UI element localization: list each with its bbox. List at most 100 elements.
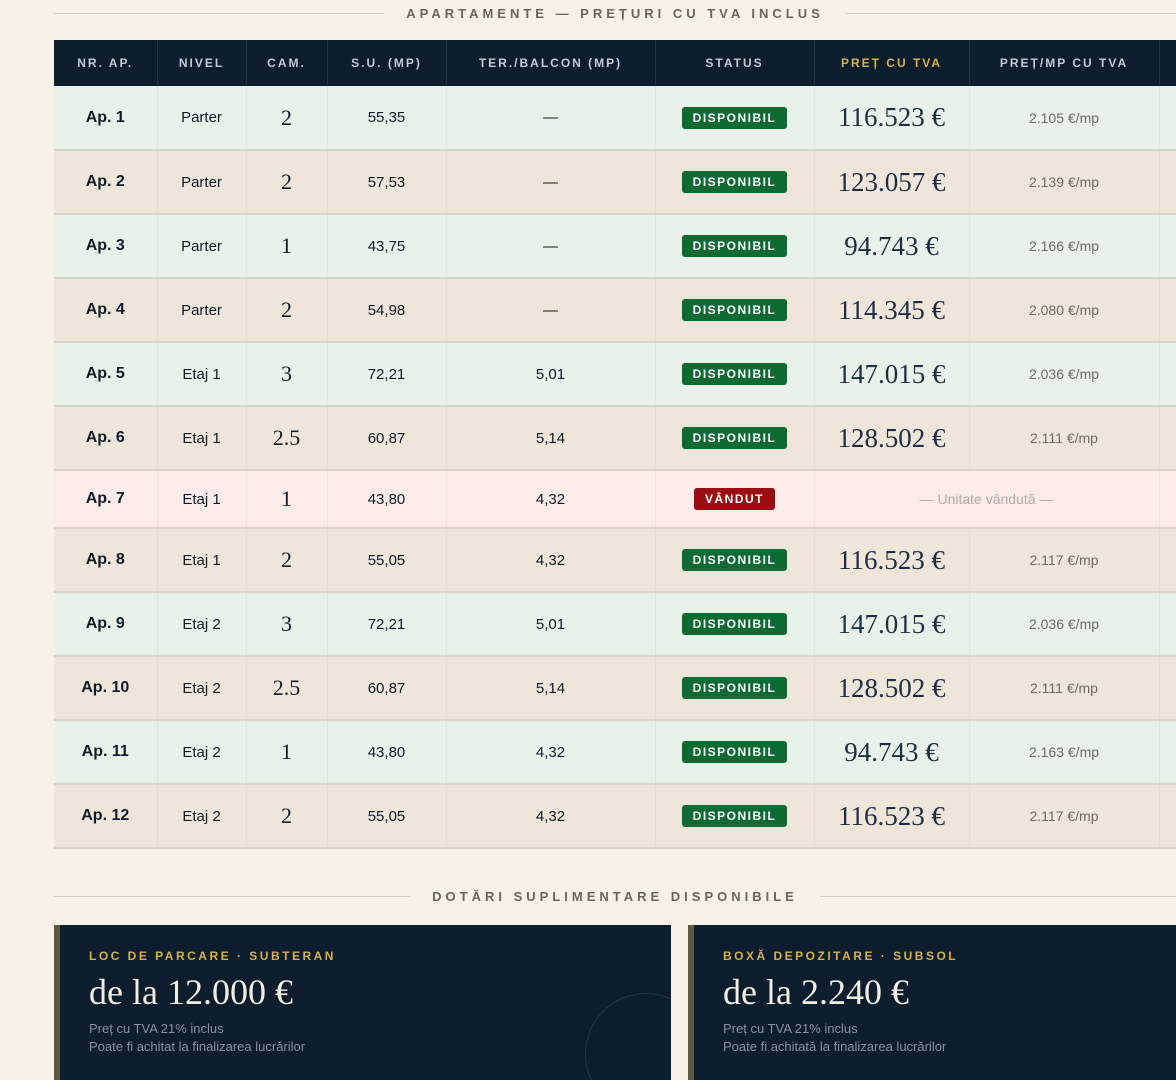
apt-price-per-sqm: 2.117 €/mp: [969, 528, 1160, 593]
status-badge: DISPONIBIL: [681, 549, 788, 571]
table-header-row: NR. AP. NIVEL CAM. S.U. (MP) TER./BALCON…: [54, 40, 1176, 86]
apt-status-cell: DISPONIBIL: [655, 214, 815, 279]
apt-number: Ap. 5: [54, 342, 158, 407]
status-badge: DISPONIBIL: [681, 741, 788, 763]
apt-status-cell: DISPONIBIL: [655, 528, 815, 593]
apt-area: 43,80: [327, 470, 447, 529]
apt-level: Parter: [157, 214, 247, 279]
col-header-area[interactable]: S.U. (MP): [327, 40, 447, 86]
row-spacer: [1159, 214, 1176, 279]
col-header-status[interactable]: STATUS: [655, 40, 815, 86]
extras-section-title: DOTĂRI SUPLIMENTARE DISPONIBILE: [54, 887, 1176, 905]
apt-area: 43,80: [327, 720, 447, 785]
apt-number: Ap. 2: [54, 150, 158, 215]
col-header-price-per-sqm[interactable]: PREȚ/MP CU TVA: [969, 40, 1160, 86]
apt-price: 128.502 €: [814, 406, 970, 471]
apt-terrace: —: [446, 278, 656, 343]
apt-price: 123.057 €: [814, 150, 970, 215]
apt-number: Ap. 9: [54, 592, 158, 657]
apartments-title-text: APARTAMENTE — PREȚURI CU TVA INCLUS: [406, 5, 824, 21]
row-spacer: [1159, 656, 1176, 721]
table-row[interactable]: Ap. 6 Etaj 1 2.5 60,87 5,14 DISPONIBIL 128.502…: [54, 406, 1176, 471]
apt-price-per-sqm: 2.163 €/mp: [969, 720, 1160, 785]
table-row[interactable]: Ap. 2 Parter 2 57,53— DISPONIBIL 123.057 €2.1…: [54, 150, 1176, 215]
apt-area: 55,35: [327, 86, 447, 151]
parking-payment-note: Poate fi achitat la finalizarea lucrăril…: [89, 1039, 306, 1054]
apt-area: 72,21: [327, 342, 447, 407]
table-row[interactable]: Ap. 7 Etaj 1 1 43,80 4,32 VÂNDUT — Unitate vân…: [54, 470, 1176, 529]
table-row[interactable]: Ap. 11 Etaj 2 1 43,80 4,32 DISPONIBIL 94.743 €…: [54, 720, 1176, 785]
col-header-apt[interactable]: NR. AP.: [54, 40, 158, 86]
table-row[interactable]: Ap. 9 Etaj 2 3 72,21 5,01 DISPONIBIL 147.015 €…: [54, 592, 1176, 657]
apt-price-per-sqm: 2.139 €/mp: [969, 150, 1160, 215]
apt-area: 43,75: [327, 214, 447, 279]
status-badge: DISPONIBIL: [681, 613, 788, 635]
row-spacer: [1159, 592, 1176, 657]
decorative-circle: [585, 993, 671, 1080]
apartments-price-table: NR. AP. NIVEL CAM. S.U. (MP) TER./BALCON…: [54, 40, 1176, 849]
col-header-terrace[interactable]: TER./BALCON (MP): [446, 40, 656, 86]
apt-number: Ap. 3: [54, 214, 158, 279]
apt-number: Ap. 8: [54, 528, 158, 593]
title-divider-left: [54, 12, 385, 14]
apt-terrace: —: [446, 86, 656, 151]
apt-price-per-sqm: 2.117 €/mp: [969, 784, 1160, 849]
apt-terrace: 4,32: [446, 720, 656, 785]
apt-price: 116.523 €: [814, 86, 970, 151]
apt-status-cell: DISPONIBIL: [655, 592, 815, 657]
apt-terrace: 5,01: [446, 342, 656, 407]
apt-terrace: 5,14: [446, 656, 656, 721]
table-row[interactable]: Ap. 3 Parter 1 43,75— DISPONIBIL 94.743 €2.16…: [54, 214, 1176, 279]
apt-level: Etaj 2: [157, 784, 247, 849]
col-header-rooms[interactable]: CAM.: [246, 40, 328, 86]
parking-price: de la 12.000 €: [89, 972, 293, 1012]
apt-rooms: 2: [246, 86, 328, 151]
sold-note: — Unitate vândută —: [814, 470, 1160, 529]
apt-terrace: —: [446, 150, 656, 215]
apt-status-cell: VÂNDUT: [655, 470, 815, 529]
apt-terrace: —: [446, 214, 656, 279]
col-header-level[interactable]: NIVEL: [157, 40, 247, 86]
apt-rooms: 2: [246, 528, 328, 593]
apt-price: 128.502 €: [814, 656, 970, 721]
parking-card[interactable]: LOC DE PARCARE · SUBTERAN de la 12.000 €…: [54, 925, 671, 1080]
title-divider-right: [819, 895, 1176, 897]
apt-level: Etaj 1: [157, 528, 247, 593]
table-row[interactable]: Ap. 8 Etaj 1 2 55,05 4,32 DISPONIBIL 116.523 €…: [54, 528, 1176, 593]
table-row[interactable]: Ap. 4 Parter 2 54,98— DISPONIBIL 114.345 €2.0…: [54, 278, 1176, 343]
apt-rooms: 1: [246, 720, 328, 785]
apt-level: Parter: [157, 86, 247, 151]
apt-level: Etaj 1: [157, 406, 247, 471]
title-divider-right: [845, 12, 1176, 14]
apt-rooms: 2: [246, 278, 328, 343]
apt-level: Etaj 2: [157, 656, 247, 721]
status-badge: DISPONIBIL: [681, 363, 788, 385]
row-spacer: [1159, 342, 1176, 407]
apt-price-per-sqm: 2.036 €/mp: [969, 342, 1160, 407]
table-row[interactable]: Ap. 10 Etaj 2 2.5 60,87 5,14 DISPONIBIL 128.50…: [54, 656, 1176, 721]
storage-label: BOXĂ DEPOZITARE · SUBSOL: [723, 949, 959, 963]
row-spacer: [1159, 784, 1176, 849]
apt-terrace: 4,32: [446, 784, 656, 849]
extras-title-text: DOTĂRI SUPLIMENTARE DISPONIBILE: [432, 888, 798, 904]
storage-card[interactable]: BOXĂ DEPOZITARE · SUBSOL de la 2.240 € P…: [688, 925, 1176, 1080]
apt-rooms: 2: [246, 150, 328, 215]
row-spacer: [1159, 470, 1176, 529]
row-spacer: [1159, 278, 1176, 343]
apt-number: Ap. 11: [54, 720, 158, 785]
apt-status-cell: DISPONIBIL: [655, 278, 815, 343]
apt-level: Etaj 1: [157, 342, 247, 407]
status-badge: DISPONIBIL: [681, 171, 788, 193]
col-header-price[interactable]: PREȚ CU TVA: [814, 40, 970, 86]
apt-status-cell: DISPONIBIL: [655, 150, 815, 215]
row-spacer: [1159, 720, 1176, 785]
apt-rooms: 2: [246, 784, 328, 849]
apt-rooms: 1: [246, 470, 328, 529]
table-row[interactable]: Ap. 1 Parter 2 55,35— DISPONIBIL 116.523 €2.1…: [54, 86, 1176, 151]
apt-status-cell: DISPONIBIL: [655, 86, 815, 151]
table-row[interactable]: Ap. 12 Etaj 2 2 55,05 4,32 DISPONIBIL 116.523 …: [54, 784, 1176, 849]
apt-terrace: 5,01: [446, 592, 656, 657]
apt-price: 114.345 €: [814, 278, 970, 343]
table-row[interactable]: Ap. 5 Etaj 1 3 72,21 5,01 DISPONIBIL 147.015 €…: [54, 342, 1176, 407]
row-spacer: [1159, 406, 1176, 471]
